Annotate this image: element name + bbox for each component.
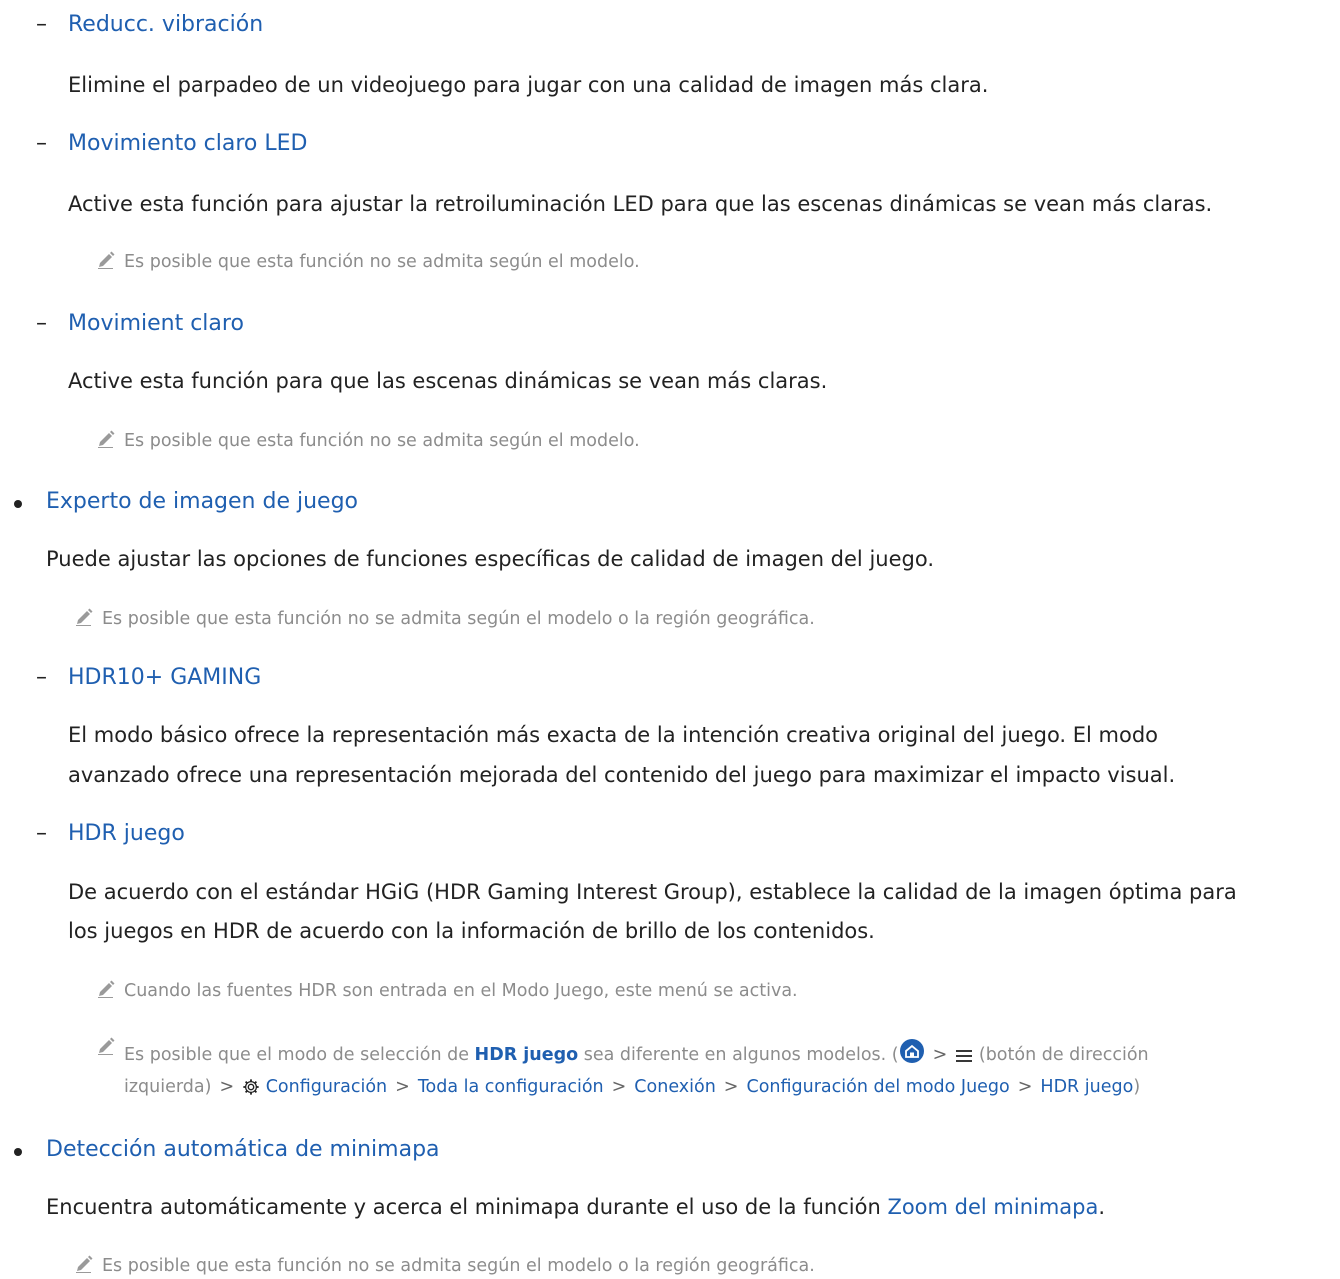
- dash-marker: –: [36, 821, 47, 846]
- subitem-title-reducc: Reducc. vibración: [68, 12, 264, 37]
- hdr-juego-link: HDR juego: [474, 1045, 579, 1065]
- menu-icon: [956, 1050, 973, 1062]
- pencil-icon: [98, 251, 115, 269]
- path-all-settings: Toda la configuración: [417, 1077, 604, 1097]
- gear-icon: [243, 1079, 259, 1095]
- dash-marker: –: [36, 311, 47, 336]
- path-hdr-juego: HDR juego: [1040, 1077, 1134, 1097]
- note-mov: Es posible que esta función no se admita…: [124, 431, 640, 451]
- item-title-minimap: Detección automática de minimapa: [46, 1137, 440, 1162]
- item-body-minimap: Encuentra automáticamente y acerca el mi…: [46, 1195, 1105, 1219]
- path-left: izquierda): [124, 1077, 212, 1097]
- path-close: ): [1133, 1077, 1141, 1097]
- subitem-body-mov: Active esta función para que las escenas…: [68, 369, 828, 393]
- item-body-expert: Puede ajustar las opciones de funciones …: [46, 547, 934, 571]
- body-text: .: [1098, 1195, 1106, 1219]
- note-text: Es posible que el modo de selección de: [124, 1045, 475, 1065]
- subitem-title-mov: Movimient claro: [68, 311, 244, 336]
- pencil-icon: [98, 980, 115, 998]
- pencil-icon: [98, 430, 115, 448]
- body-text: Encuentra automáticamente y acerca el mi…: [46, 1195, 888, 1219]
- arrow-separator: >: [395, 1077, 410, 1097]
- arrow-separator: >: [1017, 1077, 1033, 1097]
- subitem-body-hdr10-line1: El modo básico ofrece la representación …: [68, 723, 1159, 747]
- subitem-body-hdrj-line1: De acuerdo con el estándar HGiG (HDR Gam…: [68, 880, 1237, 904]
- note-text: sea diferente en algunos modelos. (: [578, 1045, 899, 1065]
- bullet-marker: [14, 500, 22, 508]
- subitem-body-hdrj-line2: los juegos en HDR de acuerdo con la info…: [68, 919, 875, 943]
- dash-marker: –: [36, 131, 47, 156]
- pencil-icon: [76, 1255, 93, 1273]
- subitem-body-reducc: Elimine el parpadeo de un videojuego par…: [68, 73, 989, 97]
- path-settings: Configuración: [265, 1077, 388, 1097]
- path-game-mode-settings: Configuración del modo Juego: [746, 1077, 1010, 1097]
- note-text: (botón de dirección: [978, 1045, 1149, 1065]
- pencil-icon: [98, 1037, 115, 1055]
- minimap-zoom-link: Zoom del minimapa: [887, 1195, 1099, 1219]
- note-expert: Es posible que esta función no se admita…: [102, 609, 815, 629]
- subitem-body-hdr10-line2: avanzado ofrece una representación mejor…: [68, 763, 1176, 787]
- note-hdrj-1: Cuando las fuentes HDR son entrada en el…: [124, 981, 798, 1001]
- subitem-title-led: Movimiento claro LED: [68, 131, 308, 156]
- arrow-separator: >: [219, 1077, 235, 1097]
- bullet-marker: [14, 1148, 22, 1156]
- arrow-separator: >: [932, 1045, 948, 1065]
- pencil-icon: [76, 608, 93, 626]
- subitem-title-hdr10: HDR10+ GAMING: [68, 665, 262, 690]
- note-minimap: Es posible que esta función no se admita…: [102, 1256, 815, 1276]
- subitem-body-led: Active esta función para ajustar la retr…: [68, 192, 1213, 216]
- dash-marker: –: [36, 12, 47, 37]
- note-hdrj-2-line2: izquierda) > Configuración > Toda la config…: [124, 1077, 1140, 1097]
- arrow-separator: >: [611, 1077, 627, 1097]
- item-title-expert: Experto de imagen de juego: [46, 489, 359, 514]
- arrow-separator: >: [723, 1077, 739, 1097]
- path-connection: Conexión: [634, 1077, 716, 1097]
- note-led: Es posible que esta función no se admita…: [124, 252, 640, 272]
- subitem-title-hdr-juego: HDR juego: [68, 821, 185, 846]
- dash-marker: –: [36, 665, 47, 690]
- home-icon: [899, 1039, 924, 1063]
- note-hdrj-2-line1: Es posible que el modo de selección de H…: [124, 1038, 1149, 1065]
